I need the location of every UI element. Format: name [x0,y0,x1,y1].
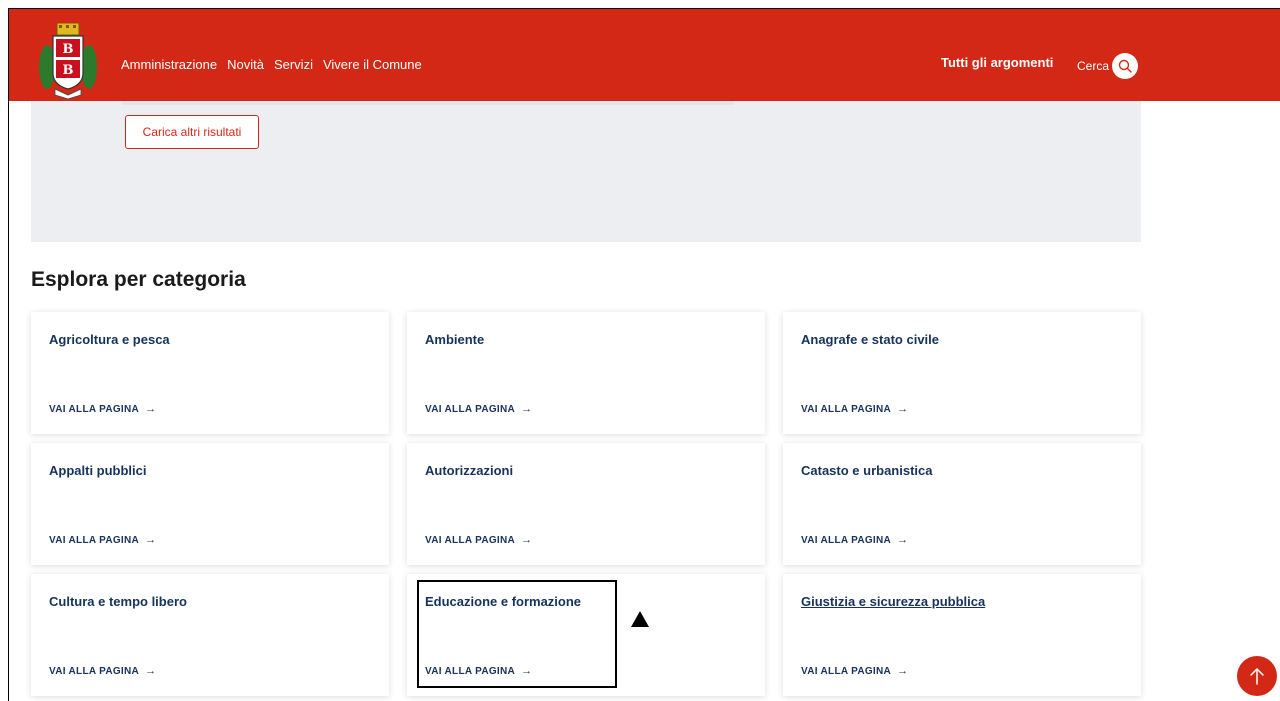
search-button[interactable] [1112,53,1138,79]
card-title[interactable]: Giustizia e sicurezza pubblica [801,594,985,609]
card-title[interactable]: Cultura e tempo libero [49,594,187,609]
card-link[interactable]: VAI ALLA PAGINA → [425,403,532,415]
card-link-label: VAI ALLA PAGINA [425,534,516,546]
frame-border-left [8,8,9,701]
site-header: B B Amministrazione Novità Servizi Viver… [9,9,1280,101]
card-link-label: VAI ALLA PAGINA [801,534,892,546]
results-list-edge [122,101,734,105]
category-card-anagrafe[interactable]: Anagrafe e stato civile VAI ALLA PAGINA → [783,312,1141,434]
category-card-cultura[interactable]: Cultura e tempo libero VAI ALLA PAGINA → [31,574,389,696]
arrow-right-icon: → [145,403,157,415]
card-title[interactable]: Appalti pubblici [49,463,147,478]
card-link[interactable]: VAI ALLA PAGINA → [49,665,156,677]
nav-item-novita[interactable]: Novità [227,57,264,72]
card-link[interactable]: VAI ALLA PAGINA → [801,403,908,415]
card-title[interactable]: Agricoltura e pesca [49,332,170,347]
card-title[interactable]: Anagrafe e stato civile [801,332,939,347]
load-more-button[interactable]: Carica altri risultati [125,115,259,149]
card-link-label: VAI ALLA PAGINA [425,403,516,415]
all-topics-link[interactable]: Tutti gli argomenti [941,55,1053,70]
section-title: Esplora per categoria [31,268,246,291]
category-card-giustizia[interactable]: Giustizia e sicurezza pubblica VAI ALLA … [783,574,1141,696]
arrow-right-icon: → [897,665,909,677]
nav-item-servizi[interactable]: Servizi [274,57,313,72]
main-nav: Amministrazione Novità Servizi Vivere il… [121,57,422,72]
logo-letter-1: B [63,42,74,57]
nav-item-vivere-il-comune[interactable]: Vivere il Comune [323,57,422,72]
focus-highlight-box [417,580,617,688]
arrow-right-icon: → [897,403,909,415]
arrow-right-icon: → [521,403,533,415]
category-card-catasto[interactable]: Catasto e urbanistica VAI ALLA PAGINA → [783,443,1141,565]
municipality-crest-logo[interactable]: B B [39,22,97,100]
arrow-right-icon: → [145,665,157,677]
card-title[interactable]: Autorizzazioni [425,463,513,478]
nav-item-amministrazione[interactable]: Amministrazione [121,57,217,72]
search-label[interactable]: Cerca [1077,59,1109,73]
card-link-label: VAI ALLA PAGINA [49,665,140,677]
arrow-right-icon: → [521,534,533,546]
arrow-up-icon [1250,668,1264,685]
logo-letter-2: B [63,63,74,78]
card-link[interactable]: VAI ALLA PAGINA → [801,665,908,677]
card-link[interactable]: VAI ALLA PAGINA → [801,534,908,546]
category-card-autorizzazioni[interactable]: Autorizzazioni VAI ALLA PAGINA → [407,443,765,565]
category-card-appalti[interactable]: Appalti pubblici VAI ALLA PAGINA → [31,443,389,565]
scroll-to-top-button[interactable] [1237,656,1277,696]
arrow-right-icon: → [145,534,157,546]
card-link[interactable]: VAI ALLA PAGINA → [425,534,532,546]
card-link-label: VAI ALLA PAGINA [49,403,140,415]
card-link-label: VAI ALLA PAGINA [801,403,892,415]
card-title[interactable]: Catasto e urbanistica [801,463,933,478]
category-card-agricoltura[interactable]: Agricoltura e pesca VAI ALLA PAGINA → [31,312,389,434]
arrow-right-icon: → [897,534,909,546]
card-link-label: VAI ALLA PAGINA [801,665,892,677]
category-card-ambiente[interactable]: Ambiente VAI ALLA PAGINA → [407,312,765,434]
search-icon [1118,59,1132,73]
mouse-cursor-icon [631,611,649,627]
card-link[interactable]: VAI ALLA PAGINA → [49,403,156,415]
card-link-label: VAI ALLA PAGINA [49,534,140,546]
card-title[interactable]: Ambiente [425,332,484,347]
card-link[interactable]: VAI ALLA PAGINA → [49,534,156,546]
